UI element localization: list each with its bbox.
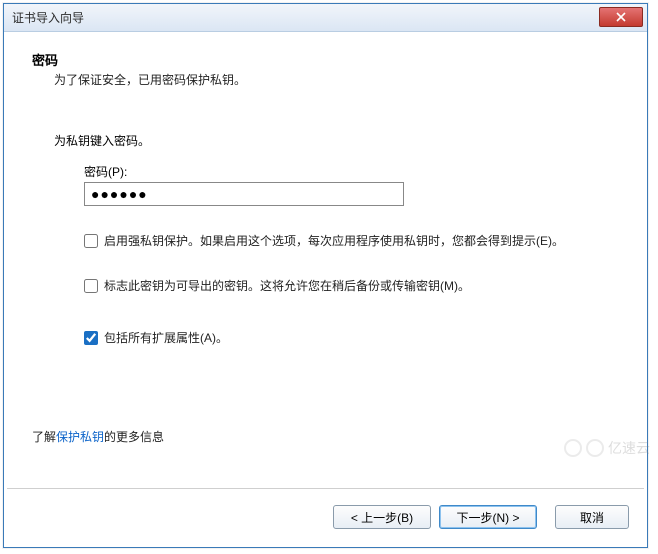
form-section: 为私钥键入密码。 密码(P): 启用强私钥保护。如果启用这个选项，每次应用程序使… (54, 132, 619, 348)
checkbox-strong-input[interactable] (84, 234, 98, 248)
checkbox-strong-protection[interactable]: 启用强私钥保护。如果启用这个选项，每次应用程序使用私钥时，您都会得到提示(E)。 (84, 232, 619, 251)
checkbox-extended-input[interactable] (84, 331, 98, 345)
wizard-window: 证书导入向导 密码 为了保证安全，已用密码保护私钥。 为私钥键入密码。 密码(P… (3, 3, 648, 548)
close-icon (616, 12, 626, 22)
checkbox-extended-attrs[interactable]: 包括所有扩展属性(A)。 (84, 329, 619, 348)
checkbox-exportable[interactable]: 标志此密钥为可导出的密钥。这将允许您在稍后备份或传输密钥(M)。 (84, 277, 619, 296)
page-subheading: 为了保证安全，已用密码保护私钥。 (54, 71, 619, 88)
separator (7, 488, 644, 489)
close-button[interactable] (599, 7, 643, 27)
button-row: < 上一步(B) 下一步(N) > 取消 (333, 505, 629, 529)
password-prompt: 为私钥键入密码。 (54, 132, 619, 149)
content-area: 密码 为了保证安全，已用密码保护私钥。 为私钥键入密码。 密码(P): 启用强私… (4, 32, 647, 348)
cancel-button[interactable]: 取消 (555, 505, 629, 529)
back-button[interactable]: < 上一步(B) (333, 505, 431, 529)
learn-more-link[interactable]: 保护私钥 (56, 430, 104, 444)
checkbox-exportable-input[interactable] (84, 279, 98, 293)
password-input[interactable] (84, 182, 404, 206)
password-group: 密码(P): (84, 163, 619, 206)
titlebar: 证书导入向导 (4, 4, 647, 32)
checkbox-exportable-label: 标志此密钥为可导出的密钥。这将允许您在稍后备份或传输密钥(M)。 (104, 277, 619, 296)
learn-more-text: 了解保护私钥的更多信息 (32, 428, 164, 445)
checkbox-strong-label: 启用强私钥保护。如果启用这个选项，每次应用程序使用私钥时，您都会得到提示(E)。 (104, 232, 619, 251)
next-button[interactable]: 下一步(N) > (439, 505, 537, 529)
checkbox-extended-label: 包括所有扩展属性(A)。 (104, 329, 619, 348)
page-heading: 密码 (32, 50, 619, 69)
window-title: 证书导入向导 (4, 9, 84, 26)
password-label: 密码(P): (84, 163, 619, 180)
